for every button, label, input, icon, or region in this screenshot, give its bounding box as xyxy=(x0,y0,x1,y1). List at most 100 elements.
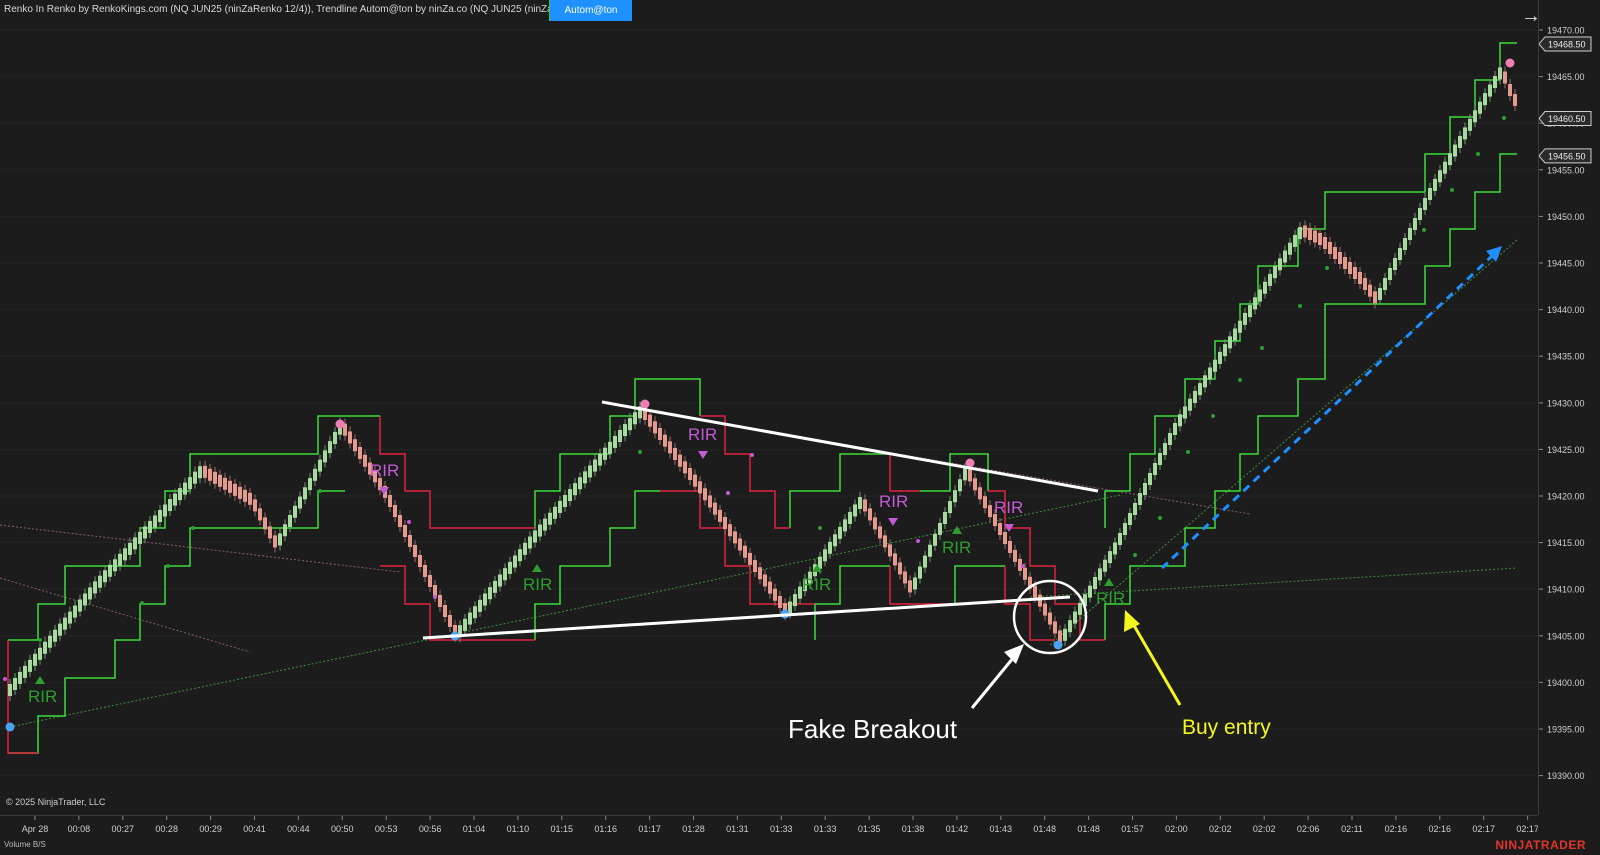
purple-diamond xyxy=(407,520,411,524)
bull-candle xyxy=(103,570,107,583)
bull-candle xyxy=(473,606,477,619)
price-tick-label: 19435.00 xyxy=(1547,352,1585,362)
green-diamond xyxy=(1476,152,1480,156)
bear-candle xyxy=(698,481,702,494)
bull-candle xyxy=(618,430,622,442)
bull-candle xyxy=(23,665,27,678)
bull-candle xyxy=(308,478,312,491)
bear-candle xyxy=(653,421,657,434)
bear-candle xyxy=(398,515,402,527)
bull-candle xyxy=(913,577,917,590)
bear-candle xyxy=(908,580,912,593)
bull-candle xyxy=(1483,93,1487,106)
bull-candle xyxy=(1178,414,1182,427)
price-tick-label: 19470.00 xyxy=(1547,26,1585,36)
price-marker-label: 19456.50 xyxy=(1548,151,1586,161)
bear-candle xyxy=(1008,540,1012,553)
green-diamond xyxy=(1422,228,1426,232)
rir-up-arrow-icon xyxy=(532,564,542,572)
bull-candle xyxy=(948,501,952,514)
bull-candle xyxy=(838,526,842,539)
bull-candle xyxy=(628,418,632,431)
chart-canvas[interactable]: RIR RIR RIR RIR RIR RIR RIR RIR RIR Fake Breakou… xyxy=(0,0,1538,815)
bull-candle xyxy=(1228,336,1232,349)
bull-candle xyxy=(163,504,167,517)
bull-candle xyxy=(1163,443,1167,455)
bull-candle xyxy=(113,559,117,572)
ninjatrader-logo: NINJATRADER xyxy=(1495,838,1586,852)
bear-candle xyxy=(768,581,772,594)
price-axis[interactable]: 19470.0019465.0019460.0019455.0019450.00… xyxy=(1538,0,1600,815)
bull-candle xyxy=(493,580,497,593)
bull-candle xyxy=(1468,118,1472,131)
bull-candle xyxy=(1248,305,1252,318)
bull-candle xyxy=(1453,144,1457,157)
time-tick-label: 00:27 xyxy=(112,824,135,834)
rir-up-label: RIR xyxy=(942,538,971,557)
bull-candle xyxy=(1073,611,1077,624)
price-tick-label: 19430.00 xyxy=(1547,398,1585,408)
chart-area[interactable]: RIR RIR RIR RIR RIR RIR RIR RIR RIR Fake Breakou… xyxy=(0,0,1541,815)
bull-candle xyxy=(1498,67,1502,80)
bull-candle xyxy=(528,536,532,549)
time-axis[interactable]: Apr 28 00:08 00:27 00:28 00:29 00:41 00:44 00:5… xyxy=(0,815,1539,839)
bull-candle xyxy=(1208,367,1212,380)
swing-low-dot xyxy=(1053,640,1063,650)
bull-candle xyxy=(63,617,67,630)
bull-candle xyxy=(1123,523,1127,535)
bull-candle xyxy=(1098,568,1102,581)
bear-candle xyxy=(1503,71,1507,84)
bull-candle xyxy=(133,537,137,550)
bull-candle xyxy=(928,544,932,557)
fake-breakout-arrowhead-icon xyxy=(1004,644,1024,664)
bull-candle xyxy=(1253,297,1257,310)
bull-candle xyxy=(923,555,927,568)
rir-up-arrow-icon xyxy=(35,676,45,684)
bear-candle xyxy=(1338,252,1342,264)
price-tick-label: 19445.00 xyxy=(1547,259,1585,269)
time-tick-label: 00:29 xyxy=(199,824,222,834)
time-tick-label: 01:33 xyxy=(770,824,793,834)
renko-boxes xyxy=(7,42,1517,754)
renko-box-lower xyxy=(8,490,345,754)
dotted-trendline xyxy=(1049,239,1518,646)
bull-candle xyxy=(193,471,197,484)
price-tick-label: 19400.00 xyxy=(1547,678,1585,688)
green-diamond xyxy=(1186,450,1190,454)
green-diamond xyxy=(38,638,42,642)
bull-candle xyxy=(603,447,607,460)
bull-candle xyxy=(1383,278,1387,290)
bear-candle xyxy=(218,474,222,487)
bull-candle xyxy=(823,549,827,562)
bear-candle xyxy=(1328,242,1332,254)
time-tick-label: 01:35 xyxy=(858,824,881,834)
rir-down-arrow-icon xyxy=(888,518,898,526)
bull-candle xyxy=(328,441,332,454)
bull-candle xyxy=(833,534,837,547)
bear-candle xyxy=(438,595,442,607)
bull-candle xyxy=(853,504,857,517)
bull-candle xyxy=(508,561,512,574)
bear-candle xyxy=(888,544,892,557)
bull-candle xyxy=(1443,161,1447,174)
automaton-button[interactable]: Autom@ton xyxy=(550,0,632,21)
bull-candle xyxy=(563,495,567,507)
bull-candle xyxy=(828,541,832,554)
bull-candle xyxy=(1093,577,1097,589)
price-tick-label: 19425.00 xyxy=(1547,445,1585,455)
bear-candle xyxy=(1363,278,1367,290)
bear-candle xyxy=(703,488,707,501)
bear-candle xyxy=(353,439,357,452)
bear-candle xyxy=(1048,612,1052,625)
purple-diamond xyxy=(3,677,7,681)
green-diamond xyxy=(1133,553,1137,557)
bull-candle xyxy=(523,542,527,555)
bear-candle xyxy=(1043,603,1047,616)
bull-candle xyxy=(1148,473,1152,485)
bear-candle xyxy=(648,414,652,427)
bear-candle xyxy=(978,487,982,500)
bear-candle xyxy=(678,454,682,467)
bull-candle xyxy=(548,512,552,525)
bear-candle xyxy=(753,560,757,573)
bull-candle xyxy=(148,520,152,533)
